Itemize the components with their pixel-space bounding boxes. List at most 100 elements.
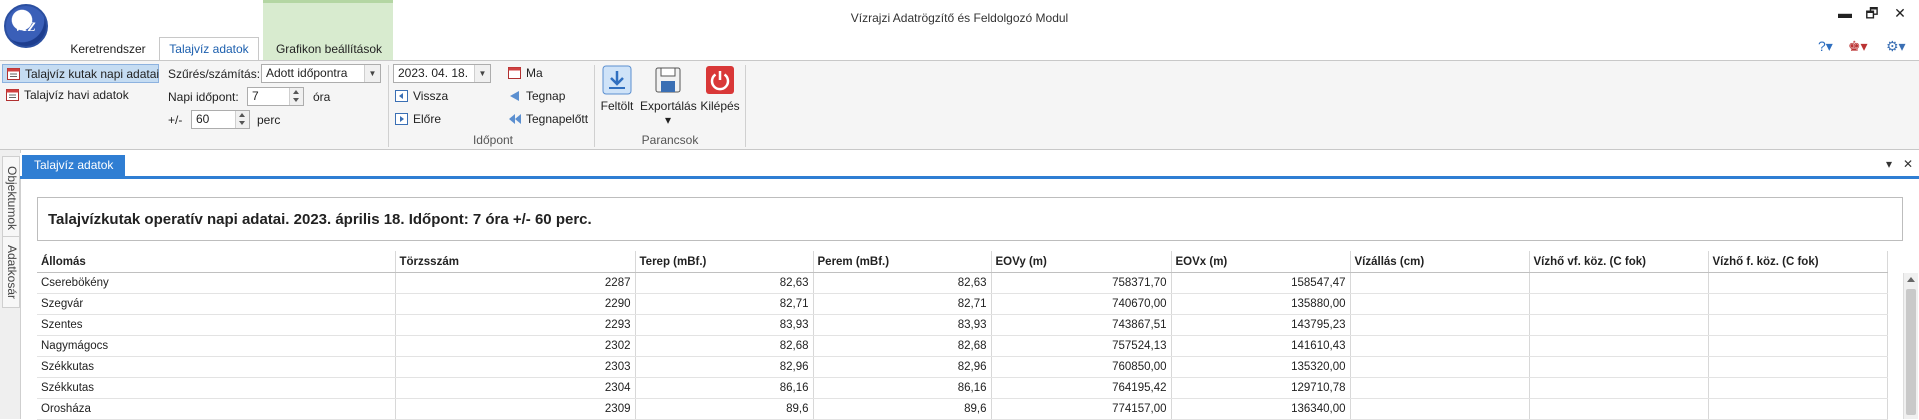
table-cell <box>1708 356 1888 378</box>
data-grid: Állomás Törzsszám Terep (mBf.) Perem (mB… <box>37 251 1888 420</box>
table-cell <box>1708 377 1888 399</box>
document-tab[interactable]: Talajvíz adatok <box>22 155 126 176</box>
date-value: 2023. 04. 18. <box>398 66 469 80</box>
nav-item-label: Talajvíz havi adatok <box>24 88 129 102</box>
upload-button[interactable]: Feltölt <box>592 65 642 113</box>
table-cell: 89,6 <box>635 398 814 420</box>
exit-button[interactable]: Kilépés <box>695 65 745 113</box>
report-title-box: Talajvízkutak operatív napi adatai. 2023… <box>37 197 1903 241</box>
nav-napi-adatok[interactable]: Talajvíz kutak napi adatai <box>2 64 159 83</box>
date-picker[interactable]: 2023. 04. 18. ▼ <box>393 64 491 83</box>
scroll-up-icon[interactable] <box>1907 277 1915 282</box>
export-dropdown-icon[interactable]: ▾ <box>665 113 671 127</box>
vertical-scrollbar[interactable] <box>1903 273 1918 419</box>
table-cell: 83,93 <box>635 314 814 336</box>
table-cell <box>1708 293 1888 315</box>
day-before-label: Tegnapelőtt <box>526 112 589 126</box>
group-label-idopont: Időpont <box>472 133 514 147</box>
tolerance-stepper[interactable]: 60 <box>191 110 250 129</box>
column-header[interactable]: Vízhő f. köz. (C fok) <box>1708 251 1888 273</box>
side-tab-objektumok[interactable]: Objektumok <box>2 156 20 240</box>
table-cell: 82,63 <box>635 272 814 294</box>
table-row[interactable]: Orosháza 2309 89,6 89,6 774157,00 136340,00 <box>37 398 1888 420</box>
export-button[interactable]: Exportálás ▾ <box>640 65 697 127</box>
time-unit: óra <box>313 90 331 104</box>
tab-grafikon-beallitasok[interactable]: Grafikon beállítások <box>266 38 392 60</box>
column-header[interactable]: Állomás <box>37 251 396 273</box>
chevron-down-icon[interactable]: ▼ <box>364 65 380 82</box>
user-icon[interactable]: ♚▾ <box>1848 38 1868 55</box>
spinner-icon[interactable] <box>289 88 303 105</box>
settings-icon[interactable]: ⚙▾ <box>1886 38 1906 55</box>
column-header[interactable]: Terep (mBf.) <box>635 251 814 273</box>
table-cell: 89,6 <box>813 398 992 420</box>
tab-talajviz-adatok[interactable]: Talajvíz adatok <box>159 37 259 62</box>
column-header[interactable]: Perem (mBf.) <box>813 251 992 273</box>
back-button[interactable]: Vissza <box>391 87 461 106</box>
forward-label: Előre <box>413 112 442 126</box>
table-row[interactable]: Nagymágocs 2302 82,68 82,68 757524,13 141610,… <box>37 335 1888 357</box>
column-header[interactable]: EOVy (m) <box>991 251 1172 273</box>
table-cell <box>1529 335 1709 357</box>
table-row[interactable]: Székkutas 2303 82,96 82,96 760850,00 135320,0… <box>37 356 1888 378</box>
tab-menu-icon[interactable]: ▾ <box>1886 157 1892 171</box>
tab-keretrendszer[interactable]: Keretrendszer <box>66 38 150 60</box>
table-row[interactable]: Cserebökény 2287 82,63 82,63 758371,70 158547… <box>37 272 1888 294</box>
table-row[interactable]: Szegvár 2290 82,71 82,71 740670,00 135880,00 <box>37 293 1888 315</box>
day-before-button[interactable]: Tegnapelőtt <box>504 110 596 129</box>
table-cell: 136340,00 <box>1171 398 1351 420</box>
table-cell <box>1708 272 1888 294</box>
table-cell: 757524,13 <box>991 335 1172 357</box>
restore-button[interactable]: 🗗 <box>1861 4 1883 22</box>
table-cell: 83,93 <box>813 314 992 336</box>
table-cell <box>1350 314 1530 336</box>
table-cell: 82,68 <box>635 335 814 357</box>
ribbon: Talajvíz kutak napi adatai Talajvíz havi… <box>0 60 1919 150</box>
table-cell <box>1529 272 1709 294</box>
scroll-thumb[interactable] <box>1906 289 1916 415</box>
download-arrow-icon <box>602 65 632 95</box>
time-label: Napi időpont: <box>168 90 239 104</box>
filter-select[interactable]: Adott időpontra ▼ <box>261 64 381 83</box>
power-icon <box>706 66 734 94</box>
tolerance-value: 60 <box>196 112 210 126</box>
close-button[interactable]: ✕ <box>1889 4 1911 22</box>
table-cell: 2304 <box>395 377 636 399</box>
table-cell: 2303 <box>395 356 636 378</box>
table-row[interactable]: Szentes 2293 83,93 83,93 743867,51 143795,23 <box>37 314 1888 336</box>
tolerance-unit: perc <box>257 113 281 127</box>
time-stepper[interactable]: 7 <box>247 87 304 106</box>
column-header[interactable]: Vízhő vf. köz. (C fok) <box>1529 251 1709 273</box>
table-cell <box>1708 398 1888 420</box>
grid-body: Cserebökény 2287 82,63 82,63 758371,70 158547… <box>37 272 1888 420</box>
today-button[interactable]: Ma <box>504 64 554 83</box>
minimize-button[interactable]: ▬ <box>1834 4 1856 22</box>
nav-havi-adatok[interactable]: Talajvíz havi adatok <box>2 86 159 105</box>
forward-button[interactable]: Előre <box>391 110 461 129</box>
table-cell <box>1350 356 1530 378</box>
table-cell <box>1708 335 1888 357</box>
table-cell <box>1529 377 1709 399</box>
side-tab-adatkosar[interactable]: Adatkosár <box>2 236 20 308</box>
table-cell: Szentes <box>37 314 396 336</box>
spinner-icon[interactable] <box>235 111 249 128</box>
table-row[interactable]: Székkutas 2304 86,16 86,16 764195,42 129710,7… <box>37 377 1888 399</box>
column-header[interactable]: Törzsszám <box>395 251 636 273</box>
table-cell: 82,63 <box>813 272 992 294</box>
table-cell <box>1529 356 1709 378</box>
column-header[interactable]: Vízállás (cm) <box>1350 251 1530 273</box>
filter-label: Szűrés/számítás: <box>168 67 261 81</box>
column-header[interactable]: EOVx (m) <box>1171 251 1351 273</box>
chevron-down-icon[interactable]: ▼ <box>474 65 490 82</box>
table-cell: Székkutas <box>37 377 396 399</box>
table-cell: 82,71 <box>635 293 814 315</box>
table-cell: 143795,23 <box>1171 314 1351 336</box>
help-icon[interactable]: ?▾ <box>1818 38 1833 55</box>
table-cell: 743867,51 <box>991 314 1172 336</box>
yesterday-button[interactable]: Tegnap <box>504 87 584 106</box>
tab-close-icon[interactable]: ✕ <box>1903 157 1913 171</box>
table-cell <box>1708 314 1888 336</box>
table-cell <box>1529 398 1709 420</box>
table-cell <box>1350 335 1530 357</box>
group-label-parancsok: Parancsok <box>641 133 699 147</box>
